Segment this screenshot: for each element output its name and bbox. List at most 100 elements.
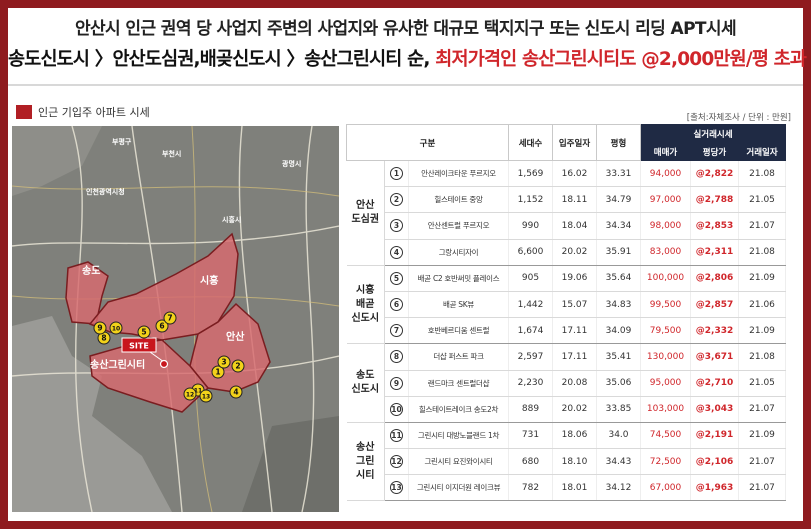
site-dot [159, 359, 169, 369]
site-label: SITE [129, 342, 149, 351]
move-in-cell: 19.06 [552, 265, 597, 292]
row-number-badge: 2 [390, 193, 403, 207]
row-number-badge: 7 [390, 324, 403, 338]
row-number-badge: 11 [390, 428, 403, 442]
pyeong-cell: 34.0 [596, 422, 641, 450]
table-row: 6 배곧 SK뷰 1,442 15.07 34.83 99,500 @2,857 21.06 [347, 291, 787, 319]
move-in-cell: 15.07 [552, 291, 597, 319]
units-cell: 6,600 [508, 239, 553, 266]
header-sale: 매매가 [640, 142, 691, 161]
sale-price-cell: 130,000 [640, 343, 691, 371]
map-label-bucheon: 부천시 [162, 149, 181, 158]
price-table: 구분 세대수 입주일자 평형 실거래시세 매매가 평당가 거래일자 안산 도심권 1… [346, 124, 787, 502]
sale-price-cell: 99,500 [640, 291, 691, 319]
move-in-cell: 18.04 [552, 212, 597, 240]
complex-name: 더샵 퍼스트 파크 [408, 343, 509, 371]
row-number: 11 [384, 422, 409, 450]
header-pyeong: 평형 [596, 124, 641, 161]
region-cell: 시흥 배곧 신도시 [346, 265, 385, 345]
pyeong-cell: 33.85 [596, 396, 641, 423]
region-cell: 송도 신도시 [346, 343, 385, 423]
move-in-cell: 17.11 [552, 317, 597, 345]
price-table-body: 안산 도심권 1 안산레이크타운 푸르지오 1,569 16.02 33.31 94,000 @… [346, 160, 787, 502]
deal-date-cell: 21.07 [738, 448, 787, 476]
per-pyeong-cell: @2,311 [690, 239, 739, 266]
per-pyeong-cell: @3,043 [690, 396, 739, 423]
row-number-badge: 1 [390, 167, 403, 181]
units-cell: 1,674 [508, 317, 553, 345]
move-in-cell: 18.11 [552, 186, 597, 214]
table-row: 13 그린시티 이지더원 레이크뷰 782 18.01 34.12 67,000 @1,96… [347, 474, 787, 502]
complex-name: 랜드마크 센트럴더샵 [408, 370, 509, 397]
table-row: 7 호반베르디움 센트럴 1,674 17.11 34.09 79,500 @2,332 21… [347, 317, 787, 345]
header-per-pyeong: 평당가 [690, 142, 739, 161]
sale-price-cell: 95,000 [640, 370, 691, 397]
sale-price-cell: 79,500 [640, 317, 691, 345]
source-note: [출처:자체조사 / 단위 : 만원] [686, 113, 791, 123]
deal-date-cell: 21.08 [738, 239, 787, 266]
per-pyeong-cell: @1,963 [690, 474, 739, 502]
units-cell: 2,230 [508, 370, 553, 397]
table-row: 송도 신도시 8 더샵 퍼스트 파크 2,597 17.11 35.41 130,000 @3,… [346, 343, 787, 423]
per-pyeong-cell: @2,853 [690, 212, 739, 240]
move-in-cell: 20.02 [552, 396, 597, 423]
headline-line-2-black: 송도신도시 〉안산도심권,배곶신도시 〉송산그린시티 순, [8, 49, 430, 70]
complex-name: 안산레이크타운 푸르지오 [408, 160, 509, 188]
complex-marker-label: 9 [97, 324, 102, 333]
sale-price-cell: 74,500 [640, 422, 691, 450]
row-number: 9 [384, 370, 409, 397]
row-number: 4 [384, 239, 409, 266]
complex-marker-label: 4 [233, 388, 238, 397]
map: 부평구 부천시 광명시 인천광역시청 시흥시 송도 시흥 안산 송산그린시티 S… [12, 126, 339, 512]
row-number: 7 [384, 317, 409, 345]
units-cell: 990 [508, 212, 553, 240]
pyeong-cell: 33.31 [596, 160, 641, 188]
map-label-incheon: 인천광역시청 [86, 187, 125, 196]
row-number-badge: 4 [390, 245, 403, 259]
deal-date-cell: 21.07 [738, 212, 787, 240]
section-title: 인근 기입주 아파트 시세 [38, 106, 150, 119]
units-cell: 905 [508, 265, 553, 292]
units-cell: 1,442 [508, 291, 553, 319]
deal-date-cell: 21.09 [738, 422, 787, 450]
map-label-songsan: 송산그린시티 [90, 358, 145, 371]
pyeong-cell: 35.91 [596, 239, 641, 266]
deal-date-cell: 21.08 [738, 343, 787, 371]
row-number-badge: 5 [390, 271, 403, 285]
header-move-in: 입주일자 [552, 124, 597, 161]
row-number: 3 [384, 212, 409, 240]
section-marker-icon [16, 105, 32, 119]
complex-name: 그린시티 이지더원 레이크뷰 [408, 474, 509, 502]
row-number-badge: 3 [390, 219, 403, 233]
complex-name: 힐스테이트 중앙 [408, 186, 509, 214]
per-pyeong-cell: @2,106 [690, 448, 739, 476]
units-cell: 889 [508, 396, 553, 423]
table-row: 9 랜드마크 센트럴더샵 2,230 20.08 35.06 95,000 @2,710 21… [347, 370, 787, 397]
row-number: 13 [384, 474, 409, 502]
pyeong-cell: 34.79 [596, 186, 641, 214]
pyeong-cell: 35.06 [596, 370, 641, 397]
sale-price-cell: 98,000 [640, 212, 691, 240]
headline: 안산시 인근 권역 당 사업지 주변의 사업지와 유사한 대규모 택지지구 또는… [8, 8, 807, 80]
table-row: 2 힐스테이트 중앙 1,152 18.11 34.79 97,000 @2,788 21.0… [347, 186, 787, 214]
per-pyeong-cell: @2,822 [690, 160, 739, 188]
sale-price-cell: 94,000 [640, 160, 691, 188]
per-pyeong-cell: @2,806 [690, 265, 739, 292]
deal-date-cell: 21.05 [738, 186, 787, 214]
units-cell: 1,152 [508, 186, 553, 214]
header-real-price: 실거래시세 [639, 124, 787, 143]
sale-price-cell: 72,500 [640, 448, 691, 476]
row-number-badge: 12 [390, 455, 403, 469]
complex-marker-label: 6 [159, 322, 164, 331]
units-cell: 731 [508, 422, 553, 450]
row-number: 10 [384, 396, 409, 423]
row-number: 2 [384, 186, 409, 214]
complex-name: 그린시티 대방노블랜드 1차 [408, 422, 509, 450]
deal-date-cell: 21.08 [738, 160, 787, 188]
headline-line-2: 송도신도시 〉안산도심권,배곶신도시 〉송산그린시티 순, 최저가격인 송산그린… [8, 45, 807, 71]
complex-name: 그린시티 요진와이시티 [408, 448, 509, 476]
pyeong-cell: 34.43 [596, 448, 641, 476]
pyeong-cell: 34.09 [596, 317, 641, 345]
complex-marker-label: 8 [101, 334, 106, 343]
complex-marker-label: 2 [235, 362, 240, 371]
